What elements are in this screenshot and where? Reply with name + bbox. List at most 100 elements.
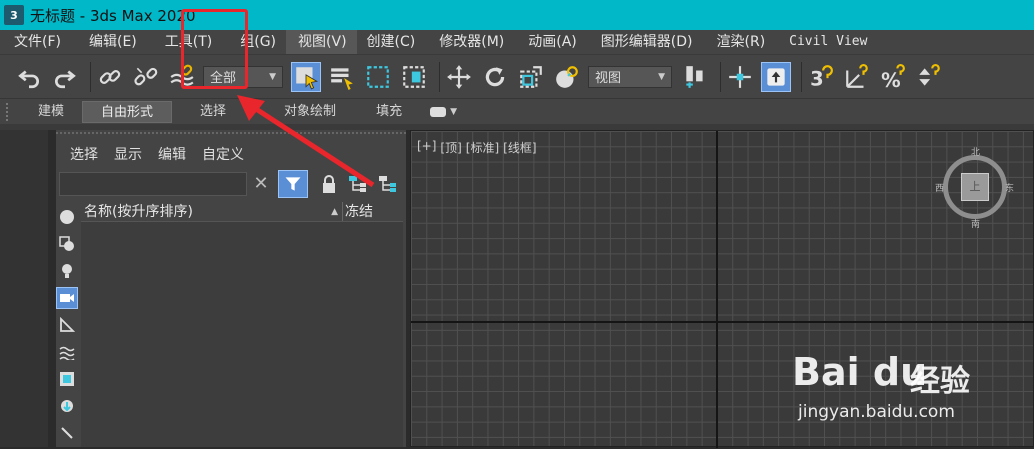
- title-bar: 3 无标题 - 3ds Max 2020: [0, 0, 1034, 30]
- link-icon: [99, 69, 121, 84]
- main-toolbar: 全部 ▼ 视图 ▼ 3 %: [0, 54, 1034, 98]
- helper-ruler-icon: [60, 317, 75, 332]
- watermark-logo: Bai du: [792, 350, 928, 394]
- sphere-icon: [60, 210, 74, 224]
- space-warp-icon: [59, 346, 75, 360]
- spinner-snap-button[interactable]: [914, 62, 944, 92]
- percent-snap-button[interactable]: %: [878, 62, 908, 92]
- unlink-button[interactable]: [131, 62, 161, 92]
- viewport-general-menu[interactable]: [+]: [417, 139, 436, 156]
- lights-filter[interactable]: [56, 260, 78, 282]
- menu-edit[interactable]: 编辑(E): [71, 30, 147, 54]
- toolbar-separator: [439, 61, 440, 92]
- helpers-filter[interactable]: [56, 314, 78, 336]
- window-crossing-button[interactable]: [399, 62, 429, 92]
- undo-icon: [18, 70, 39, 88]
- column-name[interactable]: 名称(按升序排序) ▲: [81, 202, 343, 221]
- se-menu-edit[interactable]: 编辑: [158, 144, 186, 164]
- pivot-icon: [686, 65, 703, 88]
- bone-icon: [61, 427, 73, 439]
- se-menu-select[interactable]: 选择: [70, 144, 98, 164]
- groups-filter[interactable]: [56, 368, 78, 390]
- menu-create[interactable]: 创建(C): [357, 30, 426, 54]
- ribbon-toggle-icon: [430, 106, 447, 117]
- svg-text:%: %: [881, 68, 901, 89]
- scale-button[interactable]: [516, 62, 546, 92]
- sort-up-icon: ▲: [331, 207, 338, 217]
- app-icon: 3: [4, 5, 24, 25]
- xref-icon: [61, 400, 73, 412]
- toolbar-separator: [720, 61, 721, 92]
- menu-animation[interactable]: 动画(A): [514, 30, 587, 54]
- tab-modeling[interactable]: 建模: [12, 101, 82, 123]
- viewport-point-of-view[interactable]: [顶]: [440, 139, 461, 156]
- scene-object-list[interactable]: [81, 222, 403, 447]
- redo-button[interactable]: [50, 62, 80, 92]
- menu-graph-editors[interactable]: 图形编辑器(D): [587, 30, 703, 54]
- link-button[interactable]: [95, 62, 125, 92]
- viewcube[interactable]: 上 北 南 西 东: [935, 148, 1015, 230]
- menu-modifiers[interactable]: 修改器(M): [425, 30, 514, 54]
- menu-file[interactable]: 文件(F): [0, 30, 71, 54]
- undo-button[interactable]: [14, 62, 44, 92]
- grid-axis-horizontal: [411, 321, 1034, 323]
- window-crossing-icon: [403, 65, 425, 88]
- manipulate-button[interactable]: [725, 62, 755, 92]
- se-menu-display[interactable]: 显示: [114, 144, 142, 164]
- pivot-center-button[interactable]: [680, 62, 710, 92]
- menu-rendering[interactable]: 渲染(R): [703, 30, 776, 54]
- bones-filter[interactable]: [56, 422, 78, 444]
- ribbon-bar: 建模 自由形式 选择 对象绘制 填充 ▼: [0, 98, 1034, 124]
- placement-button[interactable]: [552, 62, 582, 92]
- xrefs-filter[interactable]: [56, 395, 78, 417]
- angle-snap-button[interactable]: [842, 62, 872, 92]
- menu-view[interactable]: 视图(V): [286, 30, 357, 54]
- reference-coord-dropdown[interactable]: 视图 ▼: [588, 65, 672, 88]
- keyboard-shortcut-override-button[interactable]: [761, 61, 791, 92]
- viewcube-north: 北: [971, 148, 981, 158]
- viewport-shading-quality[interactable]: [标准]: [466, 139, 499, 156]
- search-input[interactable]: [59, 172, 247, 196]
- viewcube-top-face[interactable]: 上: [961, 173, 989, 201]
- redo-icon: [55, 70, 76, 88]
- column-name-label: 名称(按升序排序): [84, 204, 193, 220]
- shapes-filter[interactable]: [56, 233, 78, 255]
- spinner-snap-icon: [919, 63, 940, 86]
- percent-snap-icon: %: [881, 63, 905, 90]
- watermark-cn: 经验: [910, 364, 970, 399]
- annotation-arrow: [237, 95, 375, 188]
- menu-civil-view[interactable]: Civil View: [775, 30, 877, 54]
- chevron-down-icon: ▼: [658, 71, 665, 82]
- grid-axis-vertical: [716, 131, 718, 448]
- light-bulb-icon: [62, 264, 72, 278]
- move-button[interactable]: [444, 62, 474, 92]
- viewcube-east: 东: [1005, 184, 1015, 194]
- space-warps-filter[interactable]: [56, 341, 78, 363]
- reference-coord-value: 视图: [595, 71, 622, 86]
- viewcube-south: 南: [971, 220, 981, 230]
- menu-bar: 文件(F) 编辑(E) 工具(T) 组(G) 视图(V) 创建(C) 修改器(M…: [0, 30, 1034, 54]
- baidu-jingyan-watermark: Bai du 经验 jingyan.baidu.com: [792, 340, 1022, 440]
- viewport-label-menu: [+] [顶] [标准] [线框]: [417, 139, 537, 156]
- rotate-button[interactable]: [480, 62, 510, 92]
- unlink-icon: [134, 67, 158, 85]
- cameras-filter[interactable]: [56, 287, 78, 309]
- manipulate-icon: [729, 65, 751, 88]
- toolbar-separator: [90, 61, 91, 92]
- geometry-filter[interactable]: [56, 206, 78, 228]
- scene-explorer-header: 名称(按升序排序) ▲ 冻结: [81, 202, 403, 222]
- chevron-down-icon: ▼: [269, 71, 276, 82]
- window-title: 无标题 - 3ds Max 2020: [30, 6, 196, 25]
- chevron-down-icon: ▼: [450, 106, 457, 117]
- angle-snap-icon: [846, 63, 868, 88]
- scene-explorer-menu: 选择 显示 编辑 自定义: [70, 144, 244, 164]
- tab-freeform[interactable]: 自由形式: [82, 100, 173, 123]
- annotation-highlight-box: [181, 9, 248, 89]
- column-freeze[interactable]: 冻结: [343, 202, 403, 221]
- snaps-toggle-button[interactable]: 3: [806, 62, 836, 92]
- ribbon-options[interactable]: ▼: [430, 106, 457, 117]
- move-icon: [447, 64, 471, 89]
- viewport-shading-mode[interactable]: [线框]: [503, 139, 536, 156]
- watermark-url: jingyan.baidu.com: [798, 402, 955, 422]
- svg-text:3: 3: [810, 67, 824, 89]
